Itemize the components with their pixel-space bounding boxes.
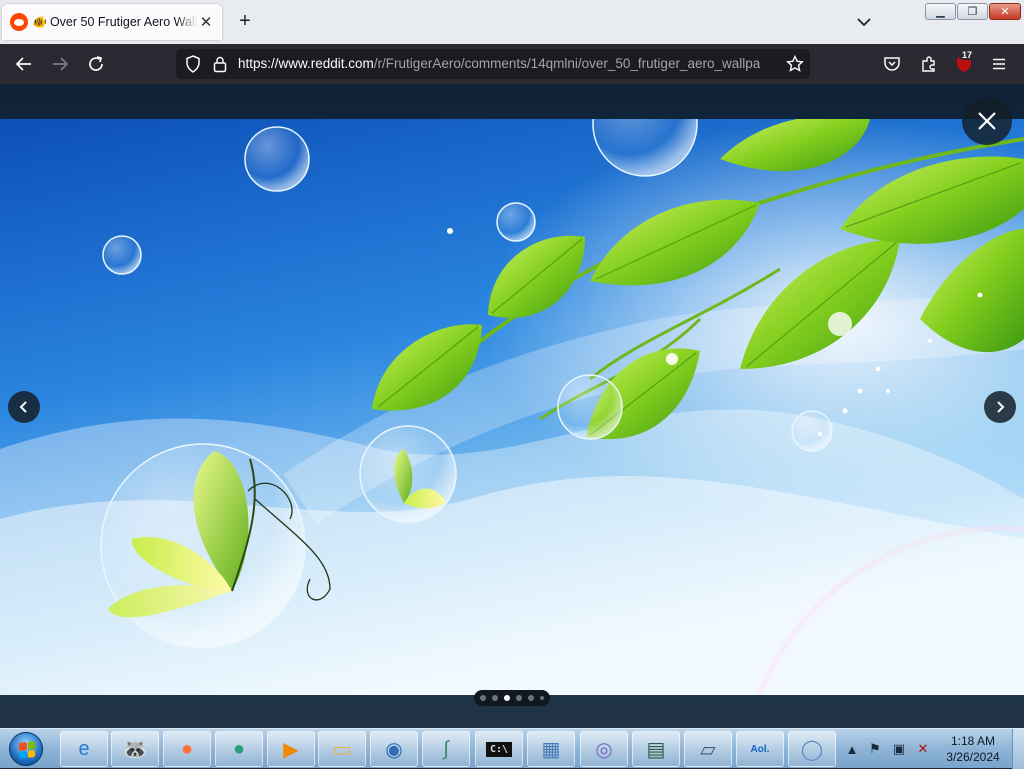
taskbar-command-prompt-button[interactable]: C:\ — [475, 731, 523, 767]
clock-time: 1:18 AM — [950, 734, 996, 748]
pagination-dot[interactable] — [504, 695, 510, 701]
system-clock[interactable]: 1:18 AM 3/26/2024 — [938, 733, 1008, 765]
browser-tab[interactable]: 🐠 Over 50 Frutiger Aero Wallpa ✕ — [2, 4, 222, 40]
tab-title: Over 50 Frutiger Aero Wallpa — [49, 15, 198, 29]
taskbar-internet-explorer-button[interactable]: e — [60, 731, 108, 767]
file-explorer-icon: ▭ — [332, 738, 352, 761]
remote-desktop-icon: ▱ — [700, 738, 716, 761]
disc-burner-icon: ◎ — [595, 738, 613, 761]
fish-emoji: 🐠 — [32, 15, 47, 29]
taskbar-firefox-button[interactable]: ● — [163, 731, 211, 767]
command-prompt-icon: C:\ — [485, 741, 513, 757]
list-all-tabs-chevron-icon[interactable] — [854, 12, 874, 32]
browser-title-bar: 🐠 Over 50 Frutiger Aero Wallpa ✕ + ▁ ❐ ✕ — [0, 0, 1024, 44]
clock-date: 3/26/2024 — [946, 750, 1000, 764]
image-lightbox — [0, 84, 1024, 728]
taskbar-system-monitor-button[interactable]: ▤ — [632, 731, 680, 767]
frutiger-aero-wallpaper-image — [0, 119, 1024, 695]
show-hidden-icons-arrow-icon[interactable]: ▲ — [843, 740, 861, 758]
tracking-shield-icon[interactable] — [182, 53, 204, 75]
raccoon-app-icon: 🦝 — [122, 738, 148, 761]
taskbar-aol-shield-button[interactable]: Aol. — [736, 731, 784, 767]
pagination-dot[interactable] — [540, 696, 544, 700]
url-text[interactable]: https://www.reddit.com/r/FrutigerAero/co… — [238, 56, 778, 71]
next-image-button[interactable] — [984, 391, 1016, 423]
network-icon[interactable]: ▣ — [890, 740, 908, 758]
pagination-dot[interactable] — [492, 695, 498, 701]
address-bar[interactable]: https://www.reddit.com/r/FrutigerAero/co… — [176, 49, 810, 79]
network-config-icon: ◉ — [385, 738, 403, 761]
tab-close-icon[interactable]: ✕ — [198, 13, 214, 31]
internet-explorer-icon: e — [78, 737, 90, 760]
aol-shield-icon: Aol. — [750, 743, 770, 755]
taskbar-control-panel-button[interactable]: ▦ — [527, 731, 575, 767]
reload-icon[interactable] — [85, 53, 107, 75]
hamburger-menu-icon[interactable] — [988, 53, 1010, 75]
control-panel-icon: ▦ — [541, 738, 561, 761]
windows-logo-icon — [9, 732, 43, 766]
taskbar-file-explorer-button[interactable]: ▭ — [318, 731, 366, 767]
lock-icon[interactable] — [209, 53, 231, 75]
taskbar-messenger-button[interactable]: ● — [215, 731, 263, 767]
media-player-icon: ▶ — [283, 738, 299, 761]
action-center-flag-icon[interactable]: ⚑ — [866, 740, 884, 758]
previous-image-button[interactable] — [8, 391, 40, 423]
navigation-toolbar: https://www.reddit.com/r/FrutigerAero/co… — [0, 44, 1024, 84]
restore-window-button[interactable]: ❐ — [957, 3, 988, 20]
gallery-pagination-dots — [474, 690, 550, 706]
extensions-puzzle-icon[interactable] — [918, 53, 940, 75]
url-path: /r/FrutigerAero/comments/14qmlni/over_50… — [373, 56, 761, 71]
url-host: https://www.reddit.com — [238, 56, 374, 71]
taskbar-chrome-browser-button[interactable]: ◯ — [788, 731, 836, 767]
new-tab-button[interactable]: + — [234, 11, 256, 33]
forward-arrow-icon — [49, 53, 71, 75]
taskbar-network-config-button[interactable]: ◉ — [370, 731, 418, 767]
taskbar-remote-desktop-button[interactable]: ▱ — [684, 731, 732, 767]
firefox-icon: ● — [180, 737, 194, 760]
close-window-button[interactable]: ✕ — [989, 3, 1021, 20]
back-arrow-icon[interactable] — [13, 53, 35, 75]
pocket-icon[interactable] — [881, 53, 903, 75]
pagination-dot[interactable] — [528, 695, 534, 701]
start-button[interactable] — [4, 730, 48, 768]
taskbar-disc-burner-button[interactable]: ◎ — [580, 731, 628, 767]
pagination-dot[interactable] — [480, 695, 486, 701]
volume-muted-icon[interactable]: ✕ — [914, 740, 932, 758]
seahorse-app-icon: ∫ — [443, 737, 449, 760]
show-desktop-button[interactable] — [1012, 729, 1024, 769]
pagination-dot[interactable] — [516, 695, 522, 701]
extension-count-badge: 17 — [960, 50, 975, 60]
taskbar-media-player-button[interactable]: ▶ — [267, 731, 315, 767]
reddit-favicon-icon — [10, 13, 28, 31]
chrome-browser-icon: ◯ — [800, 738, 824, 761]
taskbar-raccoon-app-button[interactable]: 🦝 — [111, 731, 159, 767]
windows-taskbar: e 🦝 ● ● ▶ ▭ ◉ ∫ C:\ ▦ ◎ ▤ ▱ Aol. ◯ ▲ ⚑ ▣ ✕ 1:18 AM 3/2… — [0, 728, 1024, 769]
close-lightbox-button[interactable] — [962, 97, 1012, 145]
messenger-icon: ● — [232, 737, 246, 760]
system-monitor-icon: ▤ — [646, 738, 666, 761]
bookmark-star-icon[interactable] — [784, 53, 806, 75]
minimize-window-button[interactable]: ▁ — [925, 3, 956, 20]
taskbar-seahorse-app-button[interactable]: ∫ — [422, 731, 470, 767]
